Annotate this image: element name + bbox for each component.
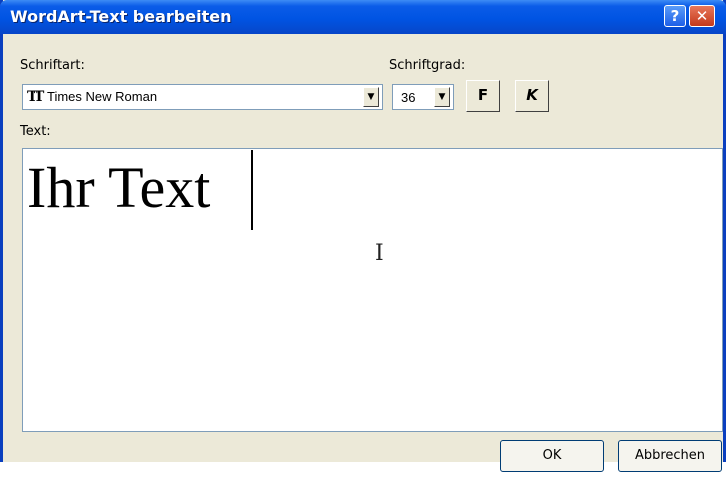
ok-label: OK: [542, 448, 562, 463]
help-button[interactable]: ?: [664, 5, 686, 27]
wordart-dialog: WordArt-Text bearbeiten ? ✕ Schriftart: …: [0, 0, 726, 472]
window-title: WordArt-Text bearbeiten: [10, 7, 232, 26]
bold-button[interactable]: F: [466, 80, 500, 112]
title-bar[interactable]: WordArt-Text bearbeiten ? ✕: [0, 0, 726, 34]
cancel-label: Abbrechen: [634, 448, 706, 463]
ok-button[interactable]: OK: [500, 440, 604, 472]
size-label: Schriftgrad:: [389, 58, 466, 73]
help-icon: ?: [670, 7, 680, 25]
text-label: Text:: [20, 124, 51, 139]
italic-label: K: [526, 86, 538, 104]
ibeam-cursor-icon: I: [375, 241, 384, 266]
truetype-font-icon: TT: [27, 89, 44, 105]
bold-label: F: [477, 86, 489, 104]
font-select[interactable]: TT Times New Roman ▼: [22, 84, 383, 110]
close-icon: ✕: [695, 7, 709, 25]
close-button[interactable]: ✕: [689, 5, 715, 27]
wordart-text: Ihr Text: [27, 155, 211, 220]
text-editor[interactable]: Ihr Text: [22, 148, 723, 432]
cancel-button[interactable]: Abbrechen: [618, 440, 722, 472]
size-value: 36: [401, 90, 416, 105]
text-caret: [251, 150, 253, 230]
size-select[interactable]: 36 ▼: [392, 84, 454, 110]
chevron-down-icon[interactable]: ▼: [363, 87, 379, 107]
font-value: Times New Roman: [47, 89, 158, 104]
chevron-down-icon[interactable]: ▼: [434, 87, 450, 107]
font-label: Schriftart:: [20, 58, 85, 73]
italic-button[interactable]: K: [515, 80, 549, 112]
